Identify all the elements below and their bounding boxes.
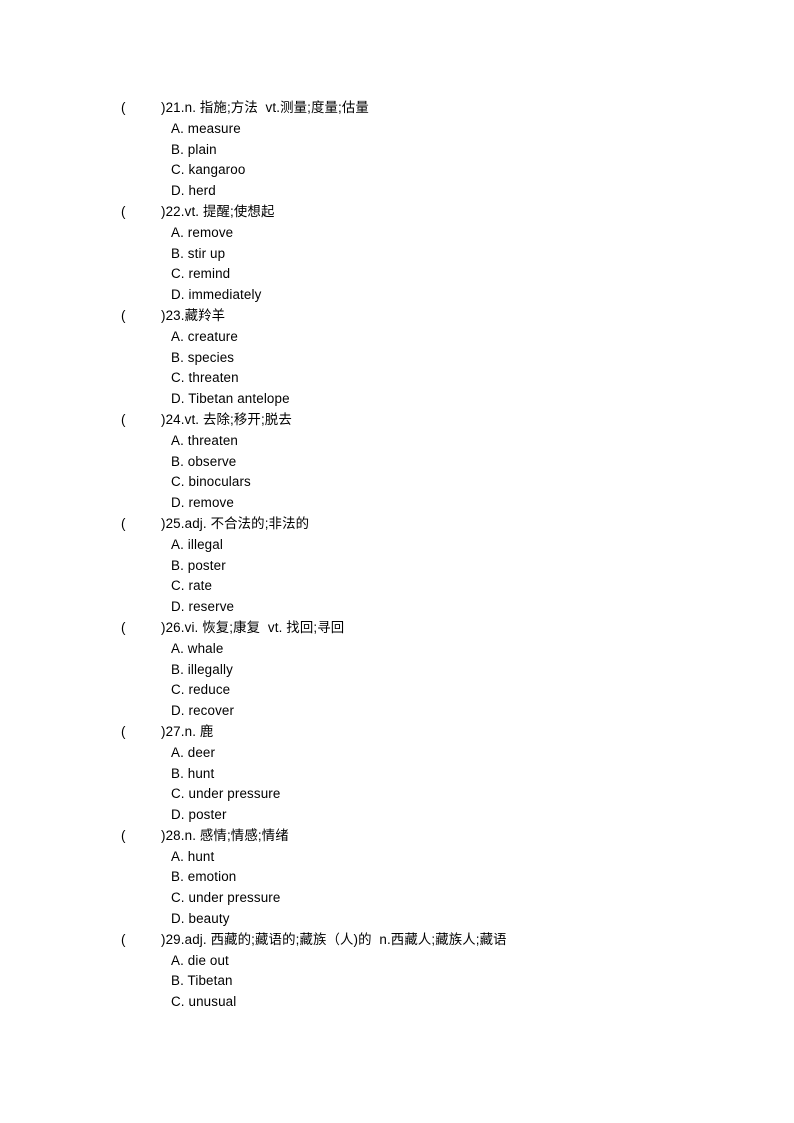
- option-item[interactable]: C. reduce: [0, 680, 794, 701]
- option-list: A. deer B. hunt C. under pressure D. poster: [0, 743, 794, 826]
- question-stem: ()24.vt. 去除;移开;脱去: [0, 410, 794, 431]
- option-item[interactable]: A. creature: [0, 327, 794, 348]
- question-block: ()21.n. 指施;方法 vt.测量;度量;估量 A. measure B. pl…: [0, 98, 794, 202]
- answer-blank-open-paren[interactable]: (: [121, 514, 161, 535]
- option-list: A. threaten B. observe C. binoculars D. rem…: [0, 431, 794, 514]
- question-stem: ()28.n. 感情;情感;情绪: [0, 826, 794, 847]
- question-prompt-text: 27.n. 鹿: [165, 723, 214, 739]
- answer-blank-open-paren[interactable]: (: [121, 722, 161, 743]
- question-block: ()23.藏羚羊 A. creature B. species C. threaten…: [0, 306, 794, 410]
- option-item[interactable]: B. stir up: [0, 244, 794, 265]
- question-block: ()22.vt. 提醒;使想起 A. remove B. stir up C. rem…: [0, 202, 794, 306]
- option-item[interactable]: B. observe: [0, 452, 794, 473]
- answer-blank-open-paren[interactable]: (: [121, 618, 161, 639]
- option-item[interactable]: B. species: [0, 348, 794, 369]
- answer-blank-open-paren[interactable]: (: [121, 930, 161, 951]
- question-prompt-text: 22.vt. 提醒;使想起: [165, 203, 275, 219]
- option-item[interactable]: B. Tibetan: [0, 971, 794, 992]
- question-block: ()27.n. 鹿 A. deer B. hunt C. under pressure…: [0, 722, 794, 826]
- option-item[interactable]: C. binoculars: [0, 472, 794, 493]
- question-stem: ()26.vi. 恢复;康复 vt. 找回;寻回: [0, 618, 794, 639]
- question-stem: ()29.adj. 西藏的;藏语的;藏族（人)的 n.西藏人;藏族人;藏语: [0, 930, 794, 951]
- question-block: ()24.vt. 去除;移开;脱去 A. threaten B. observe C.…: [0, 410, 794, 514]
- option-item[interactable]: D. herd: [0, 181, 794, 202]
- option-item[interactable]: D. remove: [0, 493, 794, 514]
- option-item[interactable]: C. rate: [0, 576, 794, 597]
- option-item[interactable]: D. immediately: [0, 285, 794, 306]
- option-item[interactable]: A. remove: [0, 223, 794, 244]
- option-item[interactable]: D. poster: [0, 805, 794, 826]
- option-item[interactable]: B. emotion: [0, 867, 794, 888]
- answer-blank-open-paren[interactable]: (: [121, 98, 161, 119]
- option-item[interactable]: C. threaten: [0, 368, 794, 389]
- option-item[interactable]: C. unusual: [0, 992, 794, 1013]
- question-stem: ()23.藏羚羊: [0, 306, 794, 327]
- question-block: ()29.adj. 西藏的;藏语的;藏族（人)的 n.西藏人;藏族人;藏语 A. …: [0, 930, 794, 1013]
- option-item[interactable]: B. illegally: [0, 660, 794, 681]
- option-list: A. hunt B. emotion C. under pressure D. bea…: [0, 847, 794, 930]
- option-list: A. whale B. illegally C. reduce D. recover: [0, 639, 794, 722]
- option-item[interactable]: C. remind: [0, 264, 794, 285]
- option-item[interactable]: B. plain: [0, 140, 794, 161]
- option-item[interactable]: C. under pressure: [0, 888, 794, 909]
- answer-blank-open-paren[interactable]: (: [121, 826, 161, 847]
- option-item[interactable]: C. under pressure: [0, 784, 794, 805]
- option-item[interactable]: B. poster: [0, 556, 794, 577]
- option-item[interactable]: C. kangaroo: [0, 160, 794, 181]
- option-item[interactable]: A. deer: [0, 743, 794, 764]
- question-stem: ()25.adj. 不合法的;非法的: [0, 514, 794, 535]
- option-item[interactable]: D. reserve: [0, 597, 794, 618]
- question-stem: ()21.n. 指施;方法 vt.测量;度量;估量: [0, 98, 794, 119]
- option-item[interactable]: D. beauty: [0, 909, 794, 930]
- option-list: A. die out B. Tibetan C. unusual: [0, 951, 794, 1013]
- option-item[interactable]: A. threaten: [0, 431, 794, 452]
- question-prompt-text: 24.vt. 去除;移开;脱去: [165, 411, 292, 427]
- option-item[interactable]: A. illegal: [0, 535, 794, 556]
- option-item[interactable]: A. whale: [0, 639, 794, 660]
- question-prompt-text: 26.vi. 恢复;康复 vt. 找回;寻回: [165, 619, 345, 635]
- question-prompt-text: 29.adj. 西藏的;藏语的;藏族（人)的 n.西藏人;藏族人;藏语: [165, 931, 507, 947]
- question-prompt-text: 21.n. 指施;方法 vt.测量;度量;估量: [165, 100, 369, 115]
- answer-blank-open-paren[interactable]: (: [121, 410, 161, 431]
- question-list: ()21.n. 指施;方法 vt.测量;度量;估量 A. measure B. pl…: [0, 98, 794, 1013]
- question-stem: ()22.vt. 提醒;使想起: [0, 202, 794, 223]
- option-item[interactable]: A. measure: [0, 119, 794, 140]
- worksheet-page: ()21.n. 指施;方法 vt.测量;度量;估量 A. measure B. pl…: [0, 0, 794, 1123]
- question-prompt-text: 28.n. 感情;情感;情绪: [165, 827, 289, 843]
- question-stem: ()27.n. 鹿: [0, 722, 794, 743]
- answer-blank-open-paren[interactable]: (: [121, 202, 161, 223]
- question-prompt-text: 23.藏羚羊: [165, 307, 226, 323]
- question-block: ()26.vi. 恢复;康复 vt. 找回;寻回 A. whale B. illeg…: [0, 618, 794, 722]
- option-item[interactable]: A. die out: [0, 951, 794, 972]
- question-prompt-text: 25.adj. 不合法的;非法的: [165, 515, 310, 531]
- answer-blank-open-paren[interactable]: (: [121, 306, 161, 327]
- question-block: ()25.adj. 不合法的;非法的 A. illegal B. poster C. …: [0, 514, 794, 618]
- option-item[interactable]: D. Tibetan antelope: [0, 389, 794, 410]
- option-item[interactable]: D. recover: [0, 701, 794, 722]
- option-list: A. creature B. species C. threaten D. Tibet…: [0, 327, 794, 410]
- option-list: A. remove B. stir up C. remind D. immediate…: [0, 223, 794, 306]
- option-item[interactable]: A. hunt: [0, 847, 794, 868]
- option-list: A. illegal B. poster C. rate D. reserve: [0, 535, 794, 618]
- option-list: A. measure B. plain C. kangaroo D. herd: [0, 119, 794, 202]
- question-block: ()28.n. 感情;情感;情绪 A. hunt B. emotion C. unde…: [0, 826, 794, 930]
- option-item[interactable]: B. hunt: [0, 764, 794, 785]
